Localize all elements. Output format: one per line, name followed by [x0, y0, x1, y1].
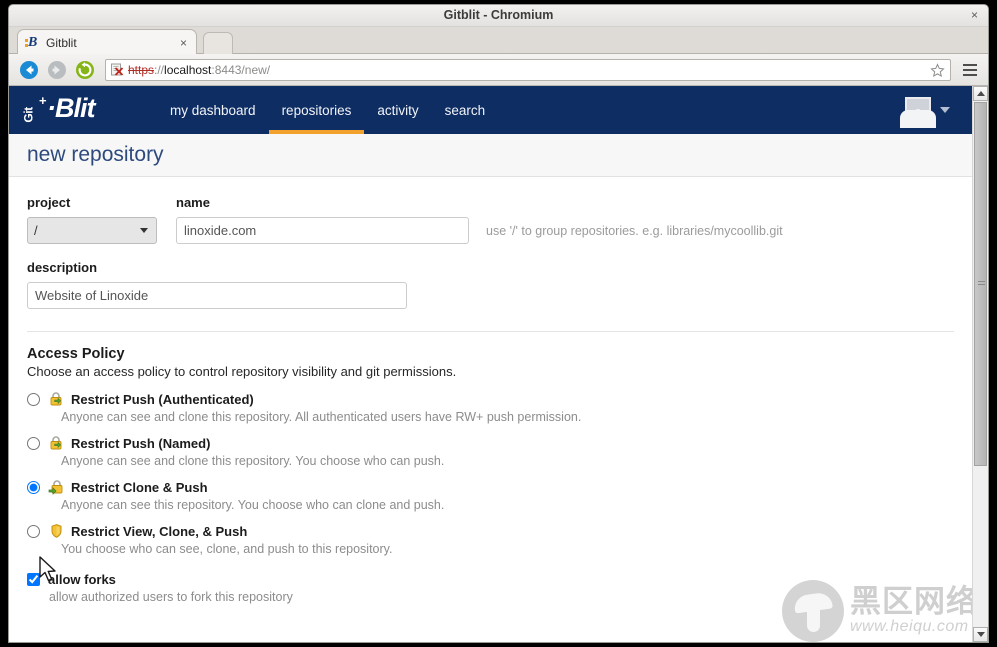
- nav-item-search[interactable]: search: [432, 86, 499, 134]
- scrollbar-grip: [978, 281, 985, 287]
- padlock-push-icon: [48, 435, 65, 451]
- back-arrow-icon[interactable]: [18, 59, 40, 81]
- window-titlebar: Gitblit - Chromium ×: [9, 5, 988, 27]
- policy-description: Anyone can see this repository. You choo…: [61, 498, 445, 512]
- logo-plus: +: [39, 93, 47, 108]
- screen: Gitblit - Chromium × B Gitblit × https:/…: [0, 0, 997, 647]
- window-title: Gitblit - Chromium: [443, 8, 554, 22]
- policy-description: You choose who can see, clone, and push …: [61, 542, 393, 556]
- policy-name: Restrict Push (Named): [71, 435, 211, 451]
- nav-label: activity: [377, 102, 419, 118]
- description-label: description: [27, 260, 98, 275]
- policy-description: Anyone can see and clone this repository…: [61, 410, 582, 424]
- padlock-push-icon: [48, 391, 65, 407]
- page-header: new repository: [9, 134, 972, 177]
- project-select[interactable]: /: [27, 217, 157, 244]
- browser-tab[interactable]: B Gitblit ×: [17, 29, 197, 55]
- access-policy-option[interactable]: Restrict Push (Authenticated) Anyone can…: [27, 391, 954, 424]
- repository-name-input[interactable]: [176, 217, 469, 244]
- policy-radio-restrict-view-clone-push[interactable]: [27, 524, 40, 538]
- policy-name: Restrict Push (Authenticated): [71, 391, 254, 407]
- nav-item-my-dashboard[interactable]: my dashboard: [157, 86, 269, 134]
- nav-label: my dashboard: [170, 102, 256, 118]
- access-policy-subtitle: Choose an access policy to control repos…: [27, 364, 457, 379]
- site-navbar: + Git ·Blit my dashboard repositories ac…: [9, 86, 972, 134]
- project-field: project /: [27, 195, 157, 244]
- account-area: [900, 97, 958, 128]
- repository-form: project / name use: [9, 177, 972, 604]
- url-host: localhost: [164, 62, 212, 77]
- scrollbar-thumb[interactable]: [974, 102, 987, 466]
- access-policy-option[interactable]: Restrict Push (Named) Anyone can see and…: [27, 435, 954, 468]
- address-bar[interactable]: https://localhost:8443/new/: [105, 58, 951, 83]
- repository-description-input[interactable]: [27, 282, 407, 309]
- access-policy-option[interactable]: Restrict Clone & Push Anyone can see thi…: [27, 479, 954, 512]
- url-path: :8443/new/: [211, 62, 271, 77]
- scroll-down-arrow[interactable]: [973, 627, 988, 642]
- forward-arrow-icon[interactable]: [46, 59, 68, 81]
- url-separator: ://: [154, 62, 165, 77]
- tab-strip: B Gitblit ×: [9, 27, 988, 55]
- star-icon[interactable]: [930, 62, 945, 83]
- page-scrollbar[interactable]: [972, 86, 988, 642]
- name-label: name: [176, 195, 210, 210]
- nav-item-repositories[interactable]: repositories: [268, 86, 365, 134]
- name-hint: use '/' to group repositories. e.g. libr…: [486, 224, 783, 238]
- scroll-up-arrow[interactable]: [973, 86, 988, 101]
- access-policy-title: Access Policy: [27, 346, 125, 362]
- tab-close-icon[interactable]: ×: [177, 36, 190, 50]
- url-scheme: https: [128, 62, 155, 77]
- logo-blit-text: ·Blit: [47, 93, 95, 123]
- policy-name: Restrict Clone & Push: [71, 479, 208, 495]
- allow-forks-section: allow forks allow authorized users to fo…: [27, 572, 954, 604]
- window-close-button[interactable]: ×: [971, 8, 978, 22]
- logo-git-text: Git: [21, 107, 36, 123]
- access-policy-option[interactable]: Restrict View, Clone, & Push You choose …: [27, 523, 954, 556]
- tab-title: Gitblit: [46, 35, 77, 50]
- nav-label: search: [444, 102, 486, 118]
- policy-description: Anyone can see and clone this repository…: [61, 454, 445, 468]
- allow-forks-checkbox[interactable]: [27, 573, 40, 586]
- gitblit-logo[interactable]: + Git ·Blit: [21, 93, 127, 126]
- broken-certificate-icon[interactable]: [110, 62, 125, 77]
- avatar[interactable]: [900, 97, 936, 128]
- policy-name: Restrict View, Clone, & Push: [71, 523, 248, 539]
- gitblit-page: + Git ·Blit my dashboard repositories ac…: [9, 86, 972, 642]
- page-title: new repository: [27, 143, 164, 166]
- policy-radio-restrict-clone-push[interactable]: [27, 480, 40, 494]
- browser-window: Gitblit - Chromium × B Gitblit × https:/…: [8, 4, 989, 643]
- padlock-clone-push-icon: [48, 479, 65, 495]
- project-name-row: project / name use: [27, 195, 954, 244]
- chevron-down-icon[interactable]: [940, 107, 950, 113]
- description-field: description: [27, 260, 954, 309]
- site-nav-menu: my dashboard repositories activity searc…: [157, 86, 498, 134]
- section-divider: [27, 331, 954, 332]
- name-field: name: [176, 195, 469, 244]
- shield-icon: [48, 523, 65, 539]
- reload-icon[interactable]: [74, 59, 96, 81]
- gitblit-favicon-icon: B: [24, 35, 40, 51]
- page-viewport: + Git ·Blit my dashboard repositories ac…: [9, 86, 988, 642]
- project-select-wrap: /: [27, 217, 157, 244]
- nav-label: repositories: [281, 102, 352, 118]
- new-tab-button[interactable]: [203, 32, 233, 54]
- nav-item-activity[interactable]: activity: [364, 86, 431, 134]
- allow-forks-description: allow authorized users to fork this repo…: [49, 590, 293, 604]
- policy-radio-restrict-push-authenticated[interactable]: [27, 392, 40, 406]
- project-label: project: [27, 195, 71, 210]
- allow-forks-label: allow forks: [48, 572, 116, 587]
- url-text: https://localhost:8443/new/: [128, 63, 270, 77]
- policy-radio-restrict-push-named[interactable]: [27, 436, 40, 450]
- browser-toolbar: https://localhost:8443/new/: [9, 54, 988, 86]
- hamburger-menu-icon[interactable]: [958, 58, 982, 82]
